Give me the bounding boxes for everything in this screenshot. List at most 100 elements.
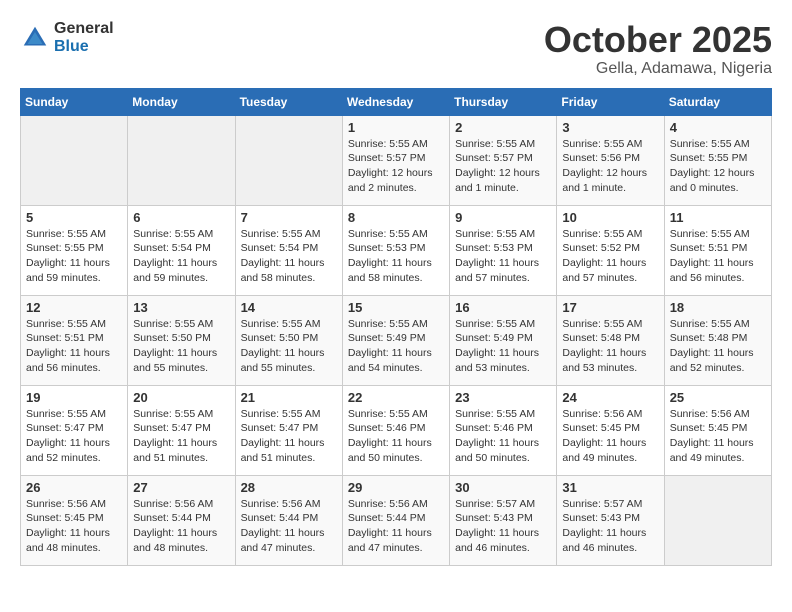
calendar-cell: 19 Sunrise: 5:55 AMSunset: 5:47 PMDaylig… [21,385,128,475]
day-info: Sunrise: 5:55 AMSunset: 5:50 PMDaylight:… [241,318,325,374]
day-number: 27 [133,480,229,495]
calendar-cell: 23 Sunrise: 5:55 AMSunset: 5:46 PMDaylig… [450,385,557,475]
logo-blue: Blue [54,38,114,56]
day-info: Sunrise: 5:55 AMSunset: 5:49 PMDaylight:… [455,318,539,374]
calendar-cell: 3 Sunrise: 5:55 AMSunset: 5:56 PMDayligh… [557,115,664,205]
calendar-cell: 31 Sunrise: 5:57 AMSunset: 5:43 PMDaylig… [557,475,664,565]
day-number: 13 [133,300,229,315]
day-info: Sunrise: 5:55 AMSunset: 5:47 PMDaylight:… [133,408,217,464]
day-number: 26 [26,480,122,495]
day-number: 28 [241,480,337,495]
day-info: Sunrise: 5:56 AMSunset: 5:45 PMDaylight:… [26,498,110,554]
day-number: 15 [348,300,444,315]
day-number: 5 [26,210,122,225]
day-info: Sunrise: 5:55 AMSunset: 5:57 PMDaylight:… [348,138,433,194]
calendar-cell [664,475,771,565]
weekday-header-tuesday: Tuesday [235,88,342,115]
day-info: Sunrise: 5:55 AMSunset: 5:53 PMDaylight:… [348,228,432,284]
day-info: Sunrise: 5:55 AMSunset: 5:49 PMDaylight:… [348,318,432,374]
day-number: 16 [455,300,551,315]
weekday-header-wednesday: Wednesday [342,88,449,115]
day-info: Sunrise: 5:55 AMSunset: 5:52 PMDaylight:… [562,228,646,284]
calendar-cell: 4 Sunrise: 5:55 AMSunset: 5:55 PMDayligh… [664,115,771,205]
weekday-header-friday: Friday [557,88,664,115]
logo-text: General Blue [54,20,114,55]
day-info: Sunrise: 5:56 AMSunset: 5:44 PMDaylight:… [348,498,432,554]
day-number: 29 [348,480,444,495]
day-info: Sunrise: 5:55 AMSunset: 5:46 PMDaylight:… [455,408,539,464]
day-number: 10 [562,210,658,225]
day-info: Sunrise: 5:55 AMSunset: 5:47 PMDaylight:… [241,408,325,464]
calendar-cell: 26 Sunrise: 5:56 AMSunset: 5:45 PMDaylig… [21,475,128,565]
calendar-cell: 27 Sunrise: 5:56 AMSunset: 5:44 PMDaylig… [128,475,235,565]
day-number: 21 [241,390,337,405]
day-number: 25 [670,390,766,405]
day-number: 9 [455,210,551,225]
calendar-cell [21,115,128,205]
day-info: Sunrise: 5:55 AMSunset: 5:54 PMDaylight:… [133,228,217,284]
day-info: Sunrise: 5:55 AMSunset: 5:48 PMDaylight:… [562,318,646,374]
day-info: Sunrise: 5:55 AMSunset: 5:51 PMDaylight:… [670,228,754,284]
calendar-week-3: 12 Sunrise: 5:55 AMSunset: 5:51 PMDaylig… [21,295,772,385]
day-number: 20 [133,390,229,405]
day-number: 8 [348,210,444,225]
weekday-header-sunday: Sunday [21,88,128,115]
calendar-cell: 28 Sunrise: 5:56 AMSunset: 5:44 PMDaylig… [235,475,342,565]
calendar-cell: 20 Sunrise: 5:55 AMSunset: 5:47 PMDaylig… [128,385,235,475]
day-info: Sunrise: 5:55 AMSunset: 5:53 PMDaylight:… [455,228,539,284]
day-number: 19 [26,390,122,405]
day-number: 18 [670,300,766,315]
calendar-cell: 8 Sunrise: 5:55 AMSunset: 5:53 PMDayligh… [342,205,449,295]
calendar-cell: 2 Sunrise: 5:55 AMSunset: 5:57 PMDayligh… [450,115,557,205]
day-number: 4 [670,120,766,135]
weekday-header-saturday: Saturday [664,88,771,115]
calendar-table: SundayMondayTuesdayWednesdayThursdayFrid… [20,88,772,566]
calendar-week-5: 26 Sunrise: 5:56 AMSunset: 5:45 PMDaylig… [21,475,772,565]
day-number: 23 [455,390,551,405]
calendar-cell: 11 Sunrise: 5:55 AMSunset: 5:51 PMDaylig… [664,205,771,295]
day-number: 7 [241,210,337,225]
page-subtitle: Gella, Adamawa, Nigeria [544,60,772,78]
calendar-cell: 5 Sunrise: 5:55 AMSunset: 5:55 PMDayligh… [21,205,128,295]
day-number: 30 [455,480,551,495]
day-number: 12 [26,300,122,315]
page-title: October 2025 [544,20,772,60]
weekday-header-row: SundayMondayTuesdayWednesdayThursdayFrid… [21,88,772,115]
day-info: Sunrise: 5:57 AMSunset: 5:43 PMDaylight:… [562,498,646,554]
day-number: 22 [348,390,444,405]
day-number: 11 [670,210,766,225]
day-number: 1 [348,120,444,135]
calendar-cell: 21 Sunrise: 5:55 AMSunset: 5:47 PMDaylig… [235,385,342,475]
calendar-cell: 24 Sunrise: 5:56 AMSunset: 5:45 PMDaylig… [557,385,664,475]
day-info: Sunrise: 5:55 AMSunset: 5:57 PMDaylight:… [455,138,540,194]
calendar-cell: 14 Sunrise: 5:55 AMSunset: 5:50 PMDaylig… [235,295,342,385]
calendar-cell: 15 Sunrise: 5:55 AMSunset: 5:49 PMDaylig… [342,295,449,385]
calendar-cell: 25 Sunrise: 5:56 AMSunset: 5:45 PMDaylig… [664,385,771,475]
day-number: 31 [562,480,658,495]
calendar-cell: 30 Sunrise: 5:57 AMSunset: 5:43 PMDaylig… [450,475,557,565]
calendar-cell: 13 Sunrise: 5:55 AMSunset: 5:50 PMDaylig… [128,295,235,385]
logo-general: General [54,20,114,38]
calendar-cell [235,115,342,205]
day-number: 3 [562,120,658,135]
day-info: Sunrise: 5:57 AMSunset: 5:43 PMDaylight:… [455,498,539,554]
day-info: Sunrise: 5:56 AMSunset: 5:44 PMDaylight:… [241,498,325,554]
calendar-cell [128,115,235,205]
calendar-cell: 1 Sunrise: 5:55 AMSunset: 5:57 PMDayligh… [342,115,449,205]
weekday-header-monday: Monday [128,88,235,115]
day-info: Sunrise: 5:55 AMSunset: 5:51 PMDaylight:… [26,318,110,374]
day-info: Sunrise: 5:56 AMSunset: 5:45 PMDaylight:… [562,408,646,464]
logo: General Blue [20,20,114,55]
day-info: Sunrise: 5:56 AMSunset: 5:44 PMDaylight:… [133,498,217,554]
calendar-cell: 17 Sunrise: 5:55 AMSunset: 5:48 PMDaylig… [557,295,664,385]
calendar-cell: 6 Sunrise: 5:55 AMSunset: 5:54 PMDayligh… [128,205,235,295]
day-info: Sunrise: 5:56 AMSunset: 5:45 PMDaylight:… [670,408,754,464]
calendar-cell: 9 Sunrise: 5:55 AMSunset: 5:53 PMDayligh… [450,205,557,295]
calendar-cell: 10 Sunrise: 5:55 AMSunset: 5:52 PMDaylig… [557,205,664,295]
day-info: Sunrise: 5:55 AMSunset: 5:48 PMDaylight:… [670,318,754,374]
calendar-cell: 18 Sunrise: 5:55 AMSunset: 5:48 PMDaylig… [664,295,771,385]
day-info: Sunrise: 5:55 AMSunset: 5:56 PMDaylight:… [562,138,647,194]
day-number: 2 [455,120,551,135]
calendar-week-2: 5 Sunrise: 5:55 AMSunset: 5:55 PMDayligh… [21,205,772,295]
day-number: 24 [562,390,658,405]
